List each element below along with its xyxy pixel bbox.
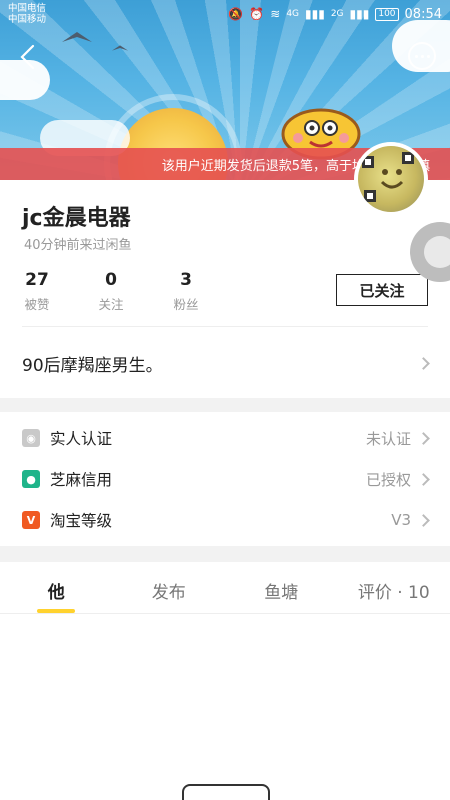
verify-value: 未认证: [365, 429, 411, 448]
verify-row-real-name[interactable]: ◉ 实人认证 未认证: [0, 418, 450, 458]
verify-value: 已授权: [365, 470, 411, 489]
verify-label: 淘宝等级: [50, 512, 113, 530]
stat-label: 粉丝: [173, 297, 199, 312]
verify-label: 实人认证: [50, 430, 113, 448]
stat-number: 0: [105, 270, 117, 290]
battery-icon: 100: [375, 7, 399, 21]
bottom-nav-handle[interactable]: [182, 784, 270, 800]
carrier-info: 中国电信 中国移动: [8, 3, 46, 25]
tab-published[interactable]: 发布: [113, 562, 226, 613]
seller-name: jc金晨电器: [22, 206, 131, 231]
verification-section: ◉ 实人认证 未认证 ● 芝麻信用 已授权 V 淘宝等级 V3: [0, 412, 450, 546]
status-bar: 中国电信 中国移动 🔕 ⏰ ≋ 4G ▮▮▮ 2G ▮▮▮ 100 08:54: [0, 0, 450, 28]
stat-fans[interactable]: 3 粉丝: [156, 270, 216, 313]
avatar[interactable]: [354, 142, 428, 216]
chevron-right-icon: [417, 513, 430, 527]
stat-label: 被赞: [24, 297, 50, 312]
carrier-1: 中国电信: [8, 3, 47, 14]
more-options-button[interactable]: [408, 42, 436, 70]
bio-text: 90后摩羯座男生。: [22, 355, 163, 376]
follow-button[interactable]: 已关注: [336, 274, 428, 306]
tab-his[interactable]: 他: [0, 562, 113, 613]
smiley-face-icon: [380, 169, 404, 189]
bird-icon: [112, 45, 128, 51]
chevron-right-icon: [417, 356, 430, 370]
stat-label: 关注: [98, 297, 124, 312]
clock: 08:54: [404, 6, 442, 22]
network-type: 4G: [286, 9, 300, 19]
sesame-credit-icon: ●: [22, 470, 40, 488]
carrier-2: 中国移动: [8, 14, 47, 25]
bio-row[interactable]: 90后摩羯座男生。: [0, 340, 450, 386]
stat-following[interactable]: 0 关注: [81, 270, 141, 313]
verify-label: 芝麻信用: [50, 471, 113, 489]
id-verify-icon: ◉: [22, 429, 40, 447]
mute-icon: 🔕: [228, 7, 244, 21]
divider: [22, 326, 428, 327]
last-seen-text: 40分钟前来过闲鱼: [24, 238, 132, 253]
verify-row-sesame-credit[interactable]: ● 芝麻信用 已授权: [0, 459, 450, 499]
tab-fish-pond[interactable]: 鱼塘: [225, 562, 338, 613]
dot-icon: [414, 54, 418, 58]
wifi-icon: ≋: [270, 7, 281, 21]
signal-icon: ▮▮▮: [305, 7, 325, 21]
chevron-right-icon: [417, 472, 430, 486]
chevron-right-icon: [417, 431, 430, 445]
stat-number: 27: [25, 270, 49, 290]
stat-likes[interactable]: 27 被赞: [7, 270, 67, 313]
status-icons: 🔕 ⏰ ≋ 4G ▮▮▮ 2G ▮▮▮ 100 08:54: [228, 7, 442, 22]
signal-icon: ▮▮▮: [349, 7, 370, 21]
tab-reviews[interactable]: 评价 · 10: [338, 562, 450, 613]
taobao-level-icon: V: [22, 511, 40, 529]
avatar-image: [358, 146, 424, 212]
back-arrow-icon[interactable]: [14, 42, 44, 72]
network-type-2: 2G: [330, 9, 344, 19]
dot-icon: [426, 54, 430, 58]
dot-icon: [420, 54, 424, 58]
alarm-icon: ⏰: [249, 7, 265, 21]
profile-tabs: 他 发布 鱼塘 评价 · 10: [0, 562, 450, 614]
tab-content-area: [0, 614, 450, 800]
verify-value: V3: [391, 511, 411, 529]
stat-number: 3: [180, 270, 192, 290]
verify-row-taobao-level[interactable]: V 淘宝等级 V3: [0, 500, 450, 540]
bird-icon: [62, 32, 92, 42]
